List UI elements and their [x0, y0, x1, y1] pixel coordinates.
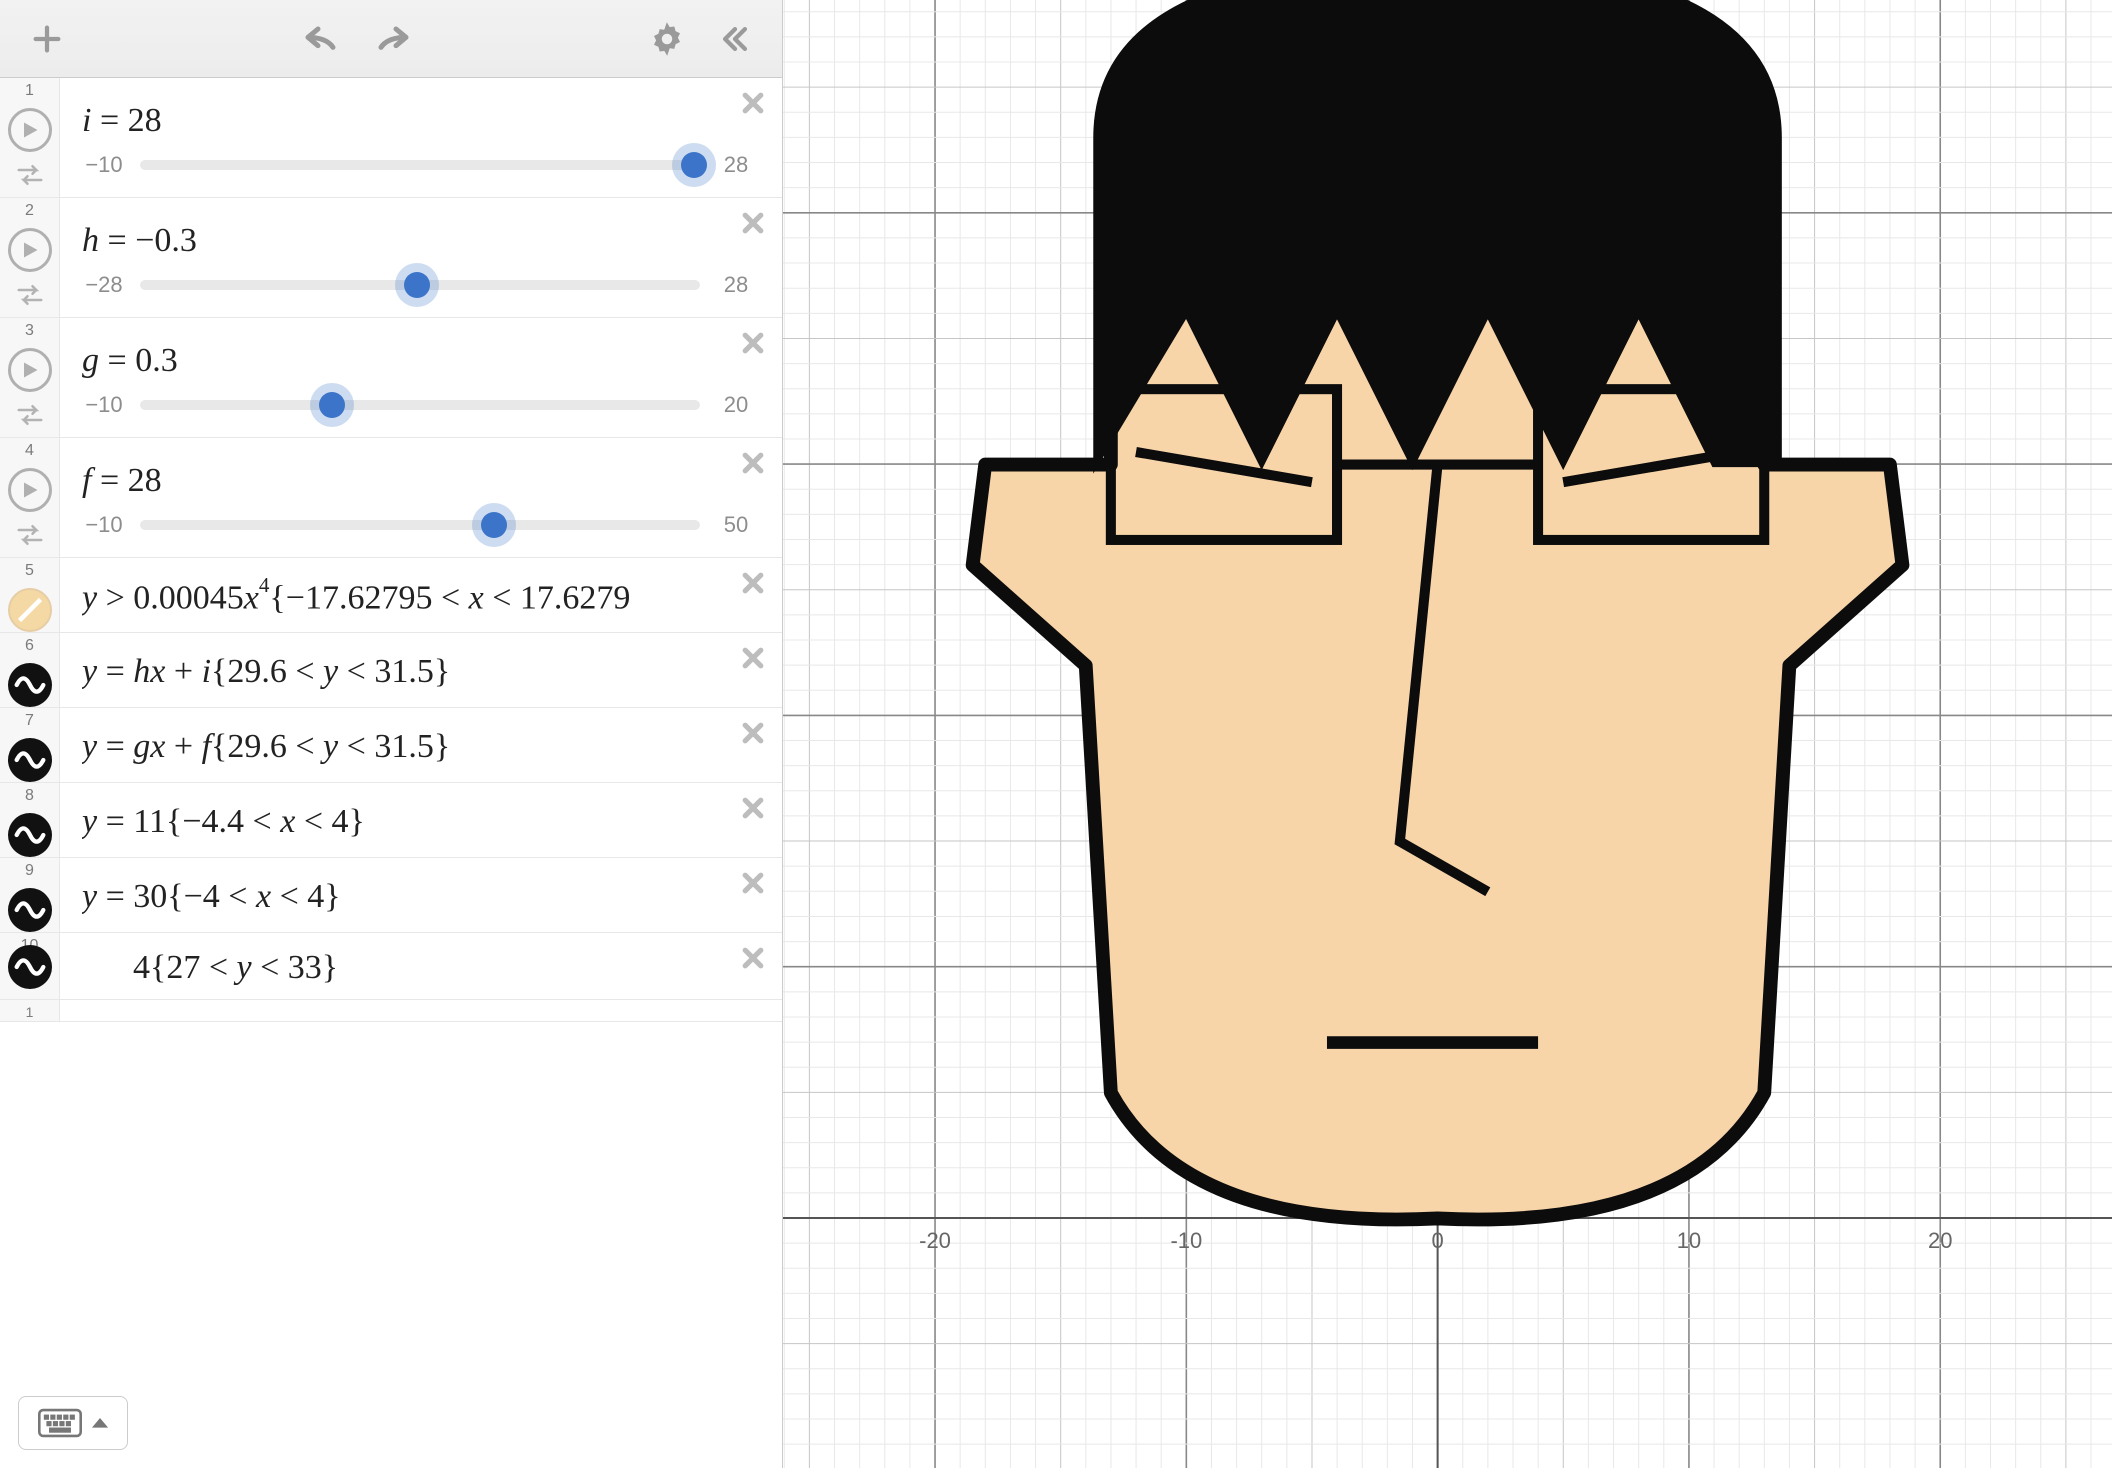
expression-index: 6: [25, 637, 34, 655]
keyboard-toggle[interactable]: [18, 1396, 128, 1450]
expression-color-swatch[interactable]: [8, 945, 52, 989]
wave-icon: [14, 894, 46, 926]
slider-loop-toggle[interactable]: [15, 284, 45, 311]
shuffle-icon: [15, 284, 45, 306]
undo-icon: [303, 23, 343, 55]
expression-index: 8: [25, 787, 34, 805]
play-button[interactable]: [8, 228, 52, 272]
undo-button[interactable]: [294, 10, 352, 68]
play-icon: [21, 121, 39, 139]
slider-thumb[interactable]: [404, 272, 430, 298]
slider-min[interactable]: −10: [82, 512, 126, 538]
expression-index-col: 7: [0, 708, 60, 782]
expression-color-swatch[interactable]: [8, 813, 52, 857]
play-button[interactable]: [8, 468, 52, 512]
expression-index: 4: [25, 442, 34, 460]
wave-icon: [14, 951, 46, 983]
expression-color-swatch[interactable]: [8, 888, 52, 932]
shuffle-icon: [15, 404, 45, 426]
expression-index: 5: [25, 562, 34, 580]
expression-color-swatch[interactable]: [8, 738, 52, 782]
expression-index-col: 6: [0, 633, 60, 707]
play-icon: [21, 241, 39, 259]
wave-icon: [14, 744, 46, 776]
expression-index-col: 2: [0, 198, 60, 317]
expression-index: 2: [25, 202, 34, 220]
expression-index: 3: [25, 322, 34, 340]
redo-button[interactable]: [362, 10, 420, 68]
wave-icon: [14, 819, 46, 851]
slider-loop-toggle[interactable]: [15, 164, 45, 191]
expression-index: 7: [25, 712, 34, 730]
slider-min[interactable]: −10: [82, 392, 126, 418]
expression-index-col: 4: [0, 438, 60, 557]
expression-index: 1: [25, 82, 34, 100]
wave-icon: [14, 669, 46, 701]
expression-index: 9: [25, 862, 34, 880]
graph-area[interactable]: -30-20-1001020: [783, 0, 2112, 1468]
caret-up-icon: [92, 1415, 108, 1431]
play-icon: [21, 481, 39, 499]
play-button[interactable]: [8, 108, 52, 152]
slider-thumb[interactable]: [319, 392, 345, 418]
shuffle-icon: [15, 524, 45, 546]
expression-color-swatch[interactable]: [8, 663, 52, 707]
slider-loop-toggle[interactable]: [15, 524, 45, 551]
expression-index-col: 8: [0, 783, 60, 857]
expression-index-col: 1: [0, 78, 60, 197]
slider-thumb[interactable]: [481, 512, 507, 538]
plus-icon: [30, 22, 64, 56]
region-icon: [15, 595, 45, 625]
play-icon: [21, 361, 39, 379]
shuffle-icon: [15, 164, 45, 186]
slider-loop-toggle[interactable]: [15, 404, 45, 431]
redo-icon: [371, 23, 411, 55]
graph-plot: [558, 0, 2066, 1381]
expression-index-col: 3: [0, 318, 60, 437]
expression-index-col: 9: [0, 858, 60, 932]
slider-min[interactable]: −28: [82, 272, 126, 298]
play-button[interactable]: [8, 348, 52, 392]
slider-min[interactable]: −10: [82, 152, 126, 178]
expression-index-col: 5: [0, 558, 60, 632]
expression-index-col: 10: [0, 933, 60, 999]
keyboard-icon: [38, 1408, 82, 1438]
expression-color-swatch[interactable]: [8, 588, 52, 632]
add-button[interactable]: [18, 10, 76, 68]
